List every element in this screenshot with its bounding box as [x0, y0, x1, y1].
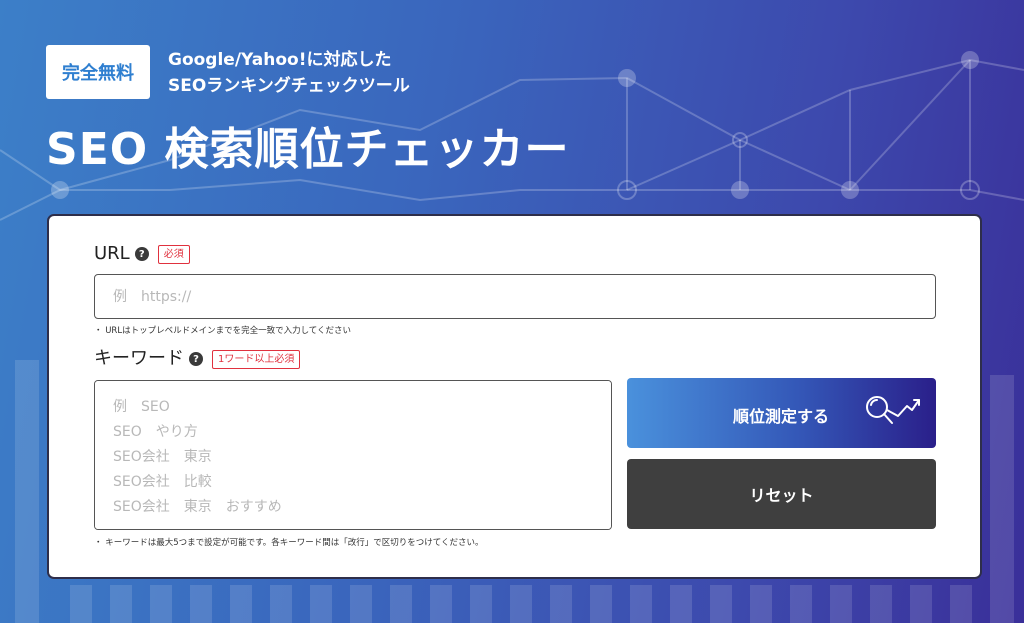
url-label: URL	[94, 243, 130, 264]
subtitle-line-1: Google/Yahoo!に対応した	[168, 50, 392, 70]
keyword-label: キーワード	[94, 348, 184, 369]
keyword-label-row: キーワード ? 1ワード以上必須	[94, 348, 301, 370]
keyword-textarea[interactable]	[94, 380, 612, 530]
url-label-row: URL ? 必須	[94, 243, 190, 265]
page-title: SEO 検索順位チェッカー	[46, 124, 570, 175]
free-badge: 完全無料	[46, 45, 150, 99]
rank-check-form: URL ? 必須 ・ URLはトップレベルドメインまでを完全一致で入力してくださ…	[47, 214, 982, 579]
keyword-help-icon[interactable]: ?	[189, 352, 203, 366]
measure-rank-label: 順位測定する	[733, 407, 830, 426]
page-subtitle: Google/Yahoo!に対応した SEOランキングチェックツール	[168, 47, 410, 99]
reset-button[interactable]: リセット	[627, 459, 936, 529]
subtitle-line-2: SEOランキングチェックツール	[168, 76, 410, 96]
keyword-note: ・ キーワードは最大5つまで設定が可能です。各キーワード間は「改行」で区切りをつ…	[94, 538, 484, 548]
url-input[interactable]	[94, 274, 936, 319]
measure-rank-button[interactable]: 順位測定する	[627, 378, 936, 448]
url-help-icon[interactable]: ?	[134, 247, 149, 261]
search-graph-icon	[866, 396, 920, 424]
url-required-badge: 必須	[157, 244, 190, 264]
url-note: ・ URLはトップレベルドメインまでを完全一致で入力してください	[94, 326, 352, 336]
keyword-required-badge: 1ワード以上必須	[212, 349, 301, 369]
